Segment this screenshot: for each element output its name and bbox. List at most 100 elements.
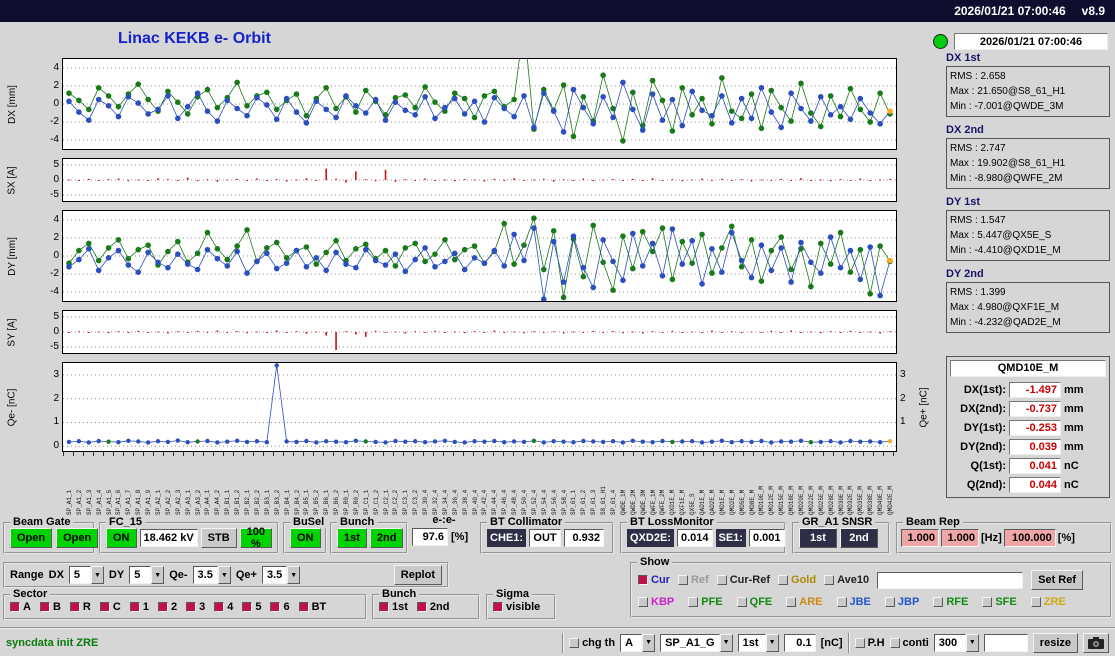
- show-gold-checkbox[interactable]: Gold: [778, 574, 816, 586]
- checkbox-icon[interactable]: [569, 637, 580, 648]
- checkbox-icon[interactable]: [1030, 597, 1041, 607]
- gr-a1-2nd-button[interactable]: 2nd: [840, 528, 878, 548]
- checkbox-icon[interactable]: [186, 602, 197, 612]
- resize-button[interactable]: resize: [1032, 632, 1078, 653]
- sector-checkbox-3[interactable]: 3: [186, 601, 205, 613]
- chevron-down-icon[interactable]: ▼: [765, 633, 779, 652]
- sector-checkbox-r[interactable]: R: [69, 601, 91, 613]
- beam-status-indicator-icon: [933, 34, 948, 49]
- checkbox-icon[interactable]: [854, 637, 865, 648]
- bpm-monitor-name[interactable]: QMD10E_M: [950, 360, 1106, 377]
- sector-checkbox-bt[interactable]: BT: [298, 601, 326, 613]
- range-dy-select[interactable]: 5 ▼: [129, 566, 165, 584]
- bunch-mode-select[interactable]: 1st ▼: [737, 633, 779, 652]
- sector-checkbox-6[interactable]: 6: [270, 601, 290, 613]
- spare-field[interactable]: [983, 633, 1028, 652]
- checkbox-icon[interactable]: [157, 602, 168, 612]
- screenshot-button[interactable]: [1083, 632, 1109, 653]
- checkbox-icon[interactable]: [242, 602, 253, 612]
- checkbox-icon[interactable]: [836, 597, 847, 607]
- fc15-stb-button[interactable]: STB: [200, 528, 237, 548]
- checkbox-icon[interactable]: [638, 597, 648, 607]
- checkbox-icon[interactable]: [214, 602, 225, 612]
- chevron-down-icon[interactable]: ▼: [90, 566, 104, 584]
- checkbox-icon[interactable]: [824, 575, 835, 585]
- checkbox-icon[interactable]: [716, 575, 727, 585]
- chevron-down-icon[interactable]: ▼: [965, 633, 979, 652]
- busel-on-button[interactable]: ON: [290, 528, 321, 548]
- bunch-1st-checkbox[interactable]: 1st: [379, 601, 408, 613]
- show-zre-checkbox[interactable]: ZRE: [1030, 596, 1066, 608]
- bunch-1st-button[interactable]: 1st: [337, 528, 367, 548]
- chevron-down-icon[interactable]: ▼: [287, 566, 301, 584]
- checkbox-icon[interactable]: [736, 597, 747, 607]
- sector-checkbox-5[interactable]: 5: [242, 601, 261, 613]
- show-kbp-checkbox[interactable]: KBP: [638, 596, 674, 608]
- checkbox-icon[interactable]: [69, 602, 80, 612]
- show-ref-checkbox[interactable]: Ref: [677, 574, 709, 586]
- device-select[interactable]: SP_A1_G ▼: [660, 633, 733, 652]
- show-ave10-checkbox[interactable]: Ave10: [824, 574, 869, 586]
- y-tick-label: -5: [50, 189, 59, 200]
- conti-checkbox[interactable]: conti: [889, 637, 929, 649]
- show-cur-ref-checkbox[interactable]: Cur-Ref: [716, 574, 770, 586]
- gr-a1-1st-button[interactable]: 1st: [799, 528, 837, 548]
- show-are-checkbox[interactable]: ARE: [786, 596, 823, 608]
- ph-checkbox[interactable]: P.H: [854, 637, 885, 649]
- range-qep-select[interactable]: 3.5 ▼: [261, 566, 301, 584]
- show-pfe-checkbox[interactable]: PFE: [688, 596, 723, 608]
- checkbox-icon[interactable]: [884, 597, 895, 607]
- sector-checkbox-c[interactable]: C: [99, 601, 121, 613]
- replot-button[interactable]: Replot: [393, 565, 442, 585]
- ref-name-input[interactable]: [877, 571, 1024, 589]
- chevron-down-icon[interactable]: ▼: [642, 633, 656, 652]
- threshold-field[interactable]: 0.1: [783, 633, 816, 652]
- checkbox-icon[interactable]: [786, 597, 797, 607]
- checkbox-icon[interactable]: [10, 602, 20, 612]
- chevron-down-icon[interactable]: ▼: [719, 633, 733, 652]
- sector-checkbox-2[interactable]: 2: [157, 601, 177, 613]
- fc15-on-button[interactable]: ON: [106, 528, 137, 548]
- checkbox-icon[interactable]: [270, 602, 281, 612]
- show-jbe-checkbox[interactable]: JBE: [836, 596, 871, 608]
- se1-value: 0.001: [748, 529, 785, 547]
- fc15-duty-button[interactable]: 100 %: [239, 526, 273, 550]
- checkbox-icon[interactable]: [889, 637, 900, 648]
- show-jbp-checkbox[interactable]: JBP: [884, 596, 919, 608]
- sector-checkbox-4[interactable]: 4: [214, 601, 233, 613]
- range-dx-select[interactable]: 5 ▼: [68, 566, 104, 584]
- checkbox-icon[interactable]: [982, 597, 993, 607]
- set-ref-button[interactable]: Set Ref: [1031, 570, 1084, 590]
- checkbox-icon[interactable]: [99, 602, 110, 612]
- show-rfe-checkbox[interactable]: RFE: [933, 596, 968, 608]
- bpm-label: SP_R0_2: [352, 489, 360, 515]
- checkbox-icon[interactable]: [778, 575, 789, 585]
- bunch-2nd-checkbox[interactable]: 2nd: [416, 601, 449, 613]
- bunch-2nd-button[interactable]: 2nd: [369, 528, 404, 548]
- checkbox-icon[interactable]: [638, 575, 648, 585]
- sigma-visible-checkbox[interactable]: visible: [493, 601, 540, 613]
- beam-gate-open-button-1[interactable]: Open: [10, 528, 53, 548]
- checkbox-icon[interactable]: [39, 602, 50, 612]
- checkbox-icon[interactable]: [688, 597, 699, 607]
- interval-select[interactable]: 300 ▼: [933, 633, 979, 652]
- checkbox-icon[interactable]: [298, 602, 309, 612]
- chevron-down-icon[interactable]: ▼: [217, 566, 231, 584]
- beam-gate-open-button-2[interactable]: Open: [56, 528, 99, 548]
- chevron-down-icon[interactable]: ▼: [151, 566, 165, 584]
- show-qfe-checkbox[interactable]: QFE: [736, 596, 772, 608]
- sector-checkbox-b[interactable]: B: [39, 601, 61, 613]
- checkbox-icon[interactable]: [493, 602, 503, 612]
- trigger-select[interactable]: A ▼: [620, 633, 656, 652]
- checkbox-icon[interactable]: [416, 602, 427, 612]
- chg-th-checkbox[interactable]: chg th: [569, 637, 615, 649]
- sector-checkbox-a[interactable]: A: [10, 601, 31, 613]
- checkbox-icon[interactable]: [379, 602, 389, 612]
- checkbox-icon[interactable]: [129, 602, 140, 612]
- show-sfe-checkbox[interactable]: SFE: [982, 596, 1017, 608]
- range-qem-select[interactable]: 3.5 ▼: [192, 566, 231, 584]
- sector-checkbox-1[interactable]: 1: [129, 601, 149, 613]
- show-cur-checkbox[interactable]: Cur: [638, 574, 670, 586]
- checkbox-icon[interactable]: [677, 575, 688, 585]
- checkbox-icon[interactable]: [933, 597, 944, 607]
